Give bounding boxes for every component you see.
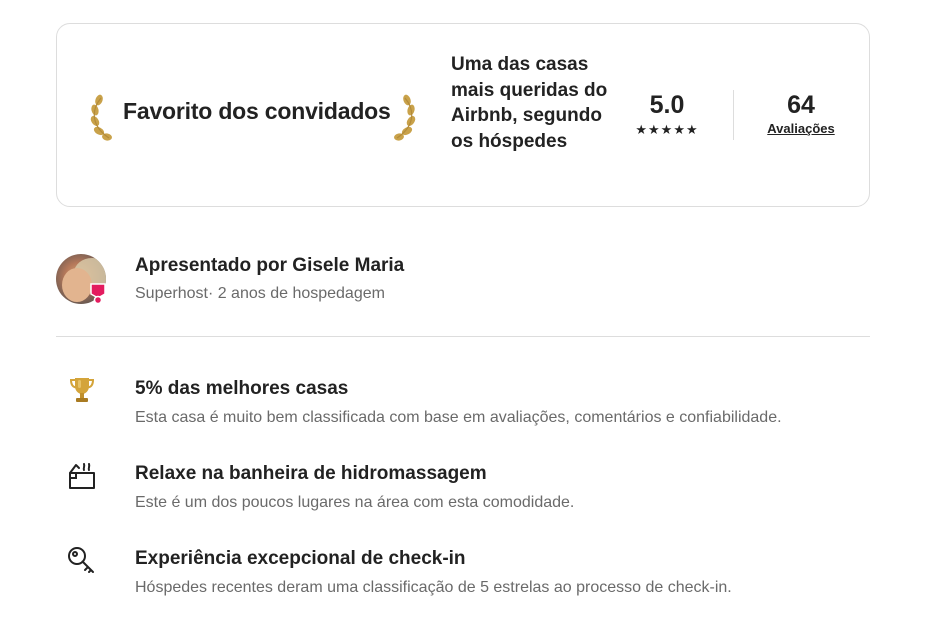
laurel-left-icon (90, 94, 112, 141)
highlight-title: Experiência excepcional de check-in (135, 548, 466, 569)
section-divider (56, 336, 870, 337)
host-subtitle: Superhost· 2 anos de hospedagem (135, 285, 385, 302)
highlight-title: 5% das melhores casas (135, 378, 349, 399)
listing-highlights-section: Favorito dos convidados Uma das casas ma… (0, 0, 926, 628)
reviews-count: 64 (787, 91, 815, 119)
host-avatar[interactable] (56, 254, 106, 304)
hot-tub-icon (69, 463, 95, 489)
vertical-divider (733, 90, 734, 140)
laurel-right-icon (394, 94, 416, 141)
guest-favorite-description: Uma das casas mais queridas do Airbnb, s… (451, 54, 608, 152)
guest-favorite-card: Favorito dos convidados Uma das casas ma… (56, 23, 870, 207)
reviews-summary[interactable]: 64 Avaliações (751, 90, 851, 138)
star-rating-icon: ★★★★★ (635, 122, 699, 137)
highlight-description: Esta casa é muito bem classificada com b… (135, 409, 782, 426)
guest-favorite-title: Favorito dos convidados (123, 98, 391, 124)
rating-summary: 5.0 ★★★★★ (617, 90, 717, 138)
highlight-title: Relaxe na banheira de hidromassagem (135, 463, 487, 484)
host-title: Apresentado por Gisele Maria (135, 255, 405, 276)
rating-value: 5.0 (649, 91, 685, 119)
highlight-description: Este é um dos poucos lugares na área com… (135, 494, 575, 511)
avatar-face (62, 268, 92, 302)
reviews-link[interactable]: Avaliações (751, 120, 851, 138)
superhost-badge-icon (90, 283, 106, 304)
key-icon (68, 547, 94, 573)
trophy-icon (69, 378, 95, 402)
highlight-description: Hóspedes recentes deram uma classificaçã… (135, 579, 732, 596)
